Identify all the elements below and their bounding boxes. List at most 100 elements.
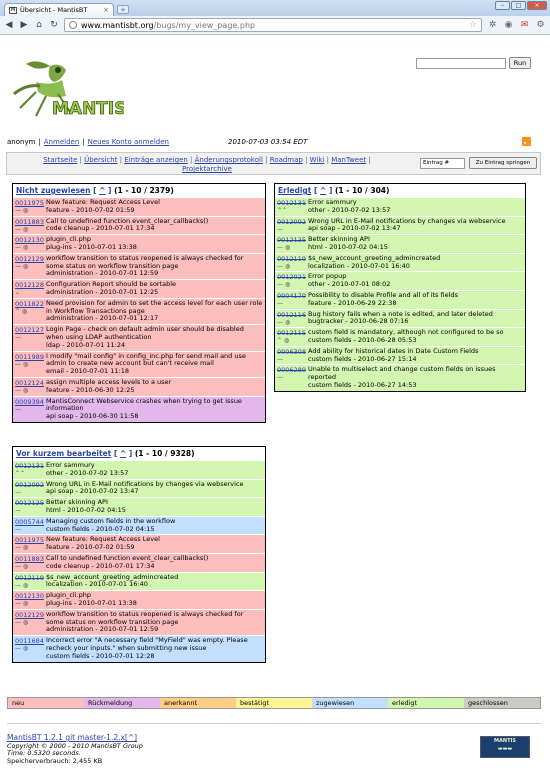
issue-summary[interactable]: custom field is mandatory, although not … (308, 328, 504, 336)
issue-summary[interactable]: plugin_cli.php (46, 235, 91, 243)
issue-id-link[interactable]: 0012130 (15, 592, 44, 600)
issue-id-link[interactable]: 0011883 (15, 218, 44, 226)
box-caret-link[interactable]: ^ (320, 186, 326, 195)
minimize-button[interactable]: – (495, 1, 510, 10)
wrench-menu-icon[interactable]: ⚙ (535, 20, 546, 31)
issue-summary[interactable]: Configuration Report should be sortable (46, 280, 176, 288)
box-title-link[interactable]: Nicht zugewiesen (16, 186, 90, 195)
jump-issue-button[interactable]: Zu Eintrag springen (469, 157, 537, 169)
box-title-link[interactable]: Vor kurzem bearbeitet (16, 449, 111, 458)
forward-arrow-icon[interactable]: ▶ (19, 20, 29, 30)
tab-close-icon[interactable]: × (103, 6, 109, 14)
issue-id-link[interactable]: 0012127 (15, 326, 44, 334)
bookmark-star-icon[interactable]: ☆ (469, 20, 477, 30)
issue-id-link[interactable]: 0012021 (277, 273, 306, 281)
issue-id-link[interactable]: 0012129 (15, 255, 44, 263)
jump-issue-input[interactable]: Eintrag # (420, 158, 465, 169)
issue-id-link[interactable]: 0012125 (15, 499, 44, 507)
issue-id-link[interactable]: 0012131 (277, 199, 306, 207)
home-icon[interactable]: ⌂ (34, 20, 44, 30)
issue-summary[interactable]: Add ability for historical dates in Date… (308, 347, 478, 355)
signup-link[interactable]: Neues Konto anmelden (88, 138, 169, 146)
issue-summary[interactable]: Wrong URL in E-Mail notifications by cha… (46, 480, 243, 488)
issue-summary[interactable]: Error sammury (308, 198, 357, 206)
new-tab-button[interactable]: + (117, 5, 129, 14)
issue-summary[interactable]: Better skinning API (46, 498, 108, 506)
issue-summary[interactable]: $s_new_account_greeting_admincreated (308, 254, 440, 262)
gmail-icon[interactable]: ✉ (519, 20, 530, 31)
issue-summary[interactable]: Call to undefined function event_clear_c… (46, 217, 208, 225)
issue-summary[interactable]: Error sammury (46, 461, 95, 469)
issue-id-link[interactable]: 0012092 (277, 218, 306, 226)
issue-summary[interactable]: Managing custom fields in the workflow (46, 517, 175, 525)
issue-summary[interactable]: Login Page - check on default admin user… (46, 325, 244, 341)
issue-summary[interactable]: workflow transition to status reopened i… (46, 254, 243, 270)
issue-summary[interactable]: assign multiple access levels to a user (46, 378, 171, 386)
issue-id-link[interactable]: 0012131 (15, 462, 44, 470)
mantis-logo[interactable]: MANTIS (6, 56, 124, 128)
issue-id-link[interactable]: 0005744 (15, 518, 44, 526)
issue-id-link[interactable]: 0011989 (15, 353, 44, 361)
menu-item-uebersicht[interactable]: Übersicht (84, 156, 117, 164)
box-caret-link[interactable]: ^ (99, 186, 105, 195)
extension-puzzle-icon[interactable]: ◉ (503, 20, 514, 31)
issue-summary[interactable]: Call to undefined function event_clear_c… (46, 554, 208, 562)
issue-summary[interactable]: I modify "mail config" in config_inc.php… (46, 352, 246, 368)
issue-id-link[interactable]: 0012116 (277, 311, 306, 319)
run-button[interactable]: Run (509, 57, 531, 69)
login-link[interactable]: Anmelden (44, 138, 79, 146)
extension-icon[interactable]: ✲ (487, 20, 498, 31)
issue-summary[interactable]: Unable to multiselect and change custom … (308, 365, 495, 381)
menu-item-mantweet[interactable]: ManTweet (331, 156, 366, 164)
issue-summary[interactable]: Error popup (308, 272, 346, 280)
reload-icon[interactable]: ↻ (49, 20, 59, 30)
issue-summary[interactable]: Possibility to disable Profile and all o… (308, 291, 458, 299)
issue-id-link[interactable]: 0006289 (277, 366, 306, 374)
menu-item-projektarchive[interactable]: Projektarchive (182, 165, 232, 173)
issue-id-link[interactable]: 0012115 (277, 329, 306, 337)
maximize-button[interactable]: □ (511, 1, 526, 10)
rss-icon[interactable] (522, 137, 531, 146)
issue-id-link[interactable]: 0012129 (15, 611, 44, 619)
address-bar[interactable]: www.mantisbt.org/bugs/my_view_page.php ☆ (64, 18, 482, 32)
issue-id-link[interactable]: 0011883 (15, 555, 44, 563)
issue-id-link[interactable]: 0012124 (15, 379, 44, 387)
issue-summary[interactable]: New feature: Request Access Level (46, 198, 160, 206)
issue-id-link[interactable]: 0012128 (15, 281, 44, 289)
back-arrow-icon[interactable]: ◀ (4, 20, 14, 30)
issue-summary[interactable]: Need provision for admin to set the acce… (46, 299, 262, 315)
issue-summary[interactable]: plugin_cli.php (46, 591, 91, 599)
browser-tab[interactable]: M Übersicht - MantisBT × (4, 3, 114, 16)
issue-id-link[interactable]: 0011684 (15, 637, 44, 645)
issue-summary[interactable]: New feature: Request Access Level (46, 535, 160, 543)
search-input[interactable] (416, 58, 506, 69)
issue-id-link[interactable]: 0012092 (15, 481, 44, 489)
menu-item-startseite[interactable]: Startseite (43, 156, 77, 164)
issue-id-link[interactable]: 0012125 (277, 236, 306, 244)
issue-id-link[interactable]: 0011975 (15, 536, 44, 544)
box-title-link[interactable]: Erledigt (278, 186, 311, 195)
menu-item-eintraege[interactable]: Einträge anzeigen (124, 156, 188, 164)
issue-summary[interactable]: $s_new_account_greeting_admincreated (46, 573, 178, 581)
issue-id-cell: 0012125— ◍ (275, 235, 306, 253)
issue-id-link[interactable]: 0006308 (277, 348, 306, 356)
issue-id-link[interactable]: 0009394 (15, 398, 44, 406)
issue-summary[interactable]: Bug history fails when a note is edited,… (308, 310, 493, 318)
issue-id-link[interactable]: 0011822 (15, 300, 44, 308)
menu-item-wiki[interactable]: Wiki (310, 156, 325, 164)
issue-summary[interactable]: MantisConnect Webservice crashes when tr… (46, 397, 242, 413)
issue-summary[interactable]: Incorrect error "A necessary field "MyFi… (46, 636, 248, 652)
menu-item-roadmap[interactable]: Roadmap (270, 156, 303, 164)
close-window-button[interactable]: × (527, 1, 547, 10)
issue-summary[interactable]: Wrong URL in E-Mail notifications by cha… (308, 217, 505, 225)
issue-summary[interactable]: Better skinning API (308, 235, 370, 243)
mantis-footer-logo[interactable]: MANTIS ▬▬▬ (480, 736, 530, 758)
issue-id-link[interactable]: 0012119 (277, 255, 306, 263)
menu-item-aenderungsprotokoll[interactable]: Änderungsprotokoll (195, 156, 263, 164)
box-caret-link[interactable]: ^ (120, 449, 126, 458)
issue-id-link[interactable]: 0004170 (277, 292, 306, 300)
issue-id-link[interactable]: 0011975 (15, 199, 44, 207)
issue-id-link[interactable]: 0012130 (15, 236, 44, 244)
issue-summary[interactable]: workflow transition to status reopened i… (46, 610, 243, 626)
issue-id-link[interactable]: 0012119 (15, 574, 44, 582)
